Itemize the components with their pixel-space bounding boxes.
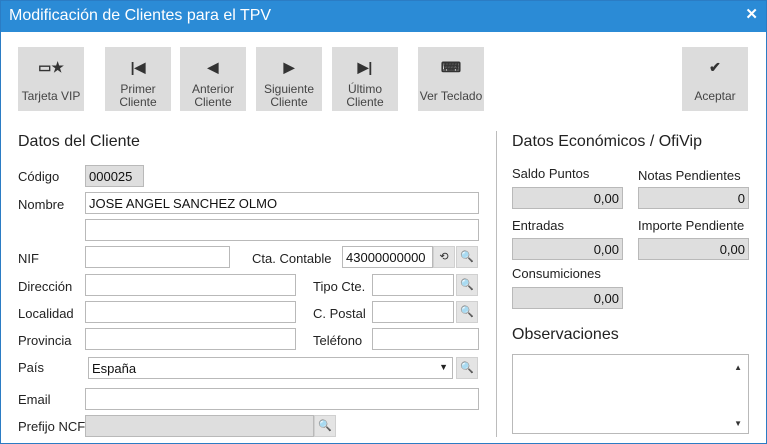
prefijo-search-icon[interactable]: 🔍 bbox=[314, 415, 336, 437]
tarjeta-vip-label: Tarjeta VIP bbox=[21, 89, 81, 103]
cta-search-icon[interactable]: 🔍 bbox=[456, 246, 478, 268]
section-divider bbox=[496, 131, 497, 437]
cta-contable-field[interactable]: 43000000000 bbox=[342, 246, 433, 268]
scroll-down-icon[interactable]: ▼ bbox=[734, 419, 742, 428]
last-icon: ▶| bbox=[357, 59, 373, 75]
window-title: Modificación de Clientes para el TPV bbox=[9, 7, 272, 24]
first-icon: |◀ bbox=[130, 59, 146, 75]
ultimo-label-2: Cliente bbox=[346, 95, 384, 109]
anterior-cliente-button[interactable]: ◀ Anterior Cliente bbox=[180, 47, 246, 111]
notas-pendientes-label: Notas Pendientes bbox=[638, 168, 741, 183]
dialog-window: Modificación de Clientes para el TPV ✕ ▭… bbox=[0, 0, 767, 444]
saldo-puntos-label: Saldo Puntos bbox=[512, 166, 590, 181]
keyboard-icon: ⌨ bbox=[440, 59, 462, 75]
cta-contable-label: Cta. Contable bbox=[252, 251, 332, 266]
calc-icon[interactable]: ⟲ bbox=[433, 246, 455, 268]
importe-pendiente-field: 0,00 bbox=[638, 238, 749, 260]
tipo-cte-label: Tipo Cte. bbox=[313, 279, 366, 294]
prev-icon: ◀ bbox=[207, 59, 219, 75]
tarjeta-vip-button[interactable]: ▭★ Tarjeta VIP bbox=[18, 47, 84, 111]
vip-card-icon: ▭★ bbox=[38, 59, 64, 75]
primer-label-2: Cliente bbox=[119, 95, 157, 109]
nif-field[interactable] bbox=[85, 246, 230, 268]
ver-teclado-label: Ver Teclado bbox=[419, 89, 483, 103]
telefono-field[interactable] bbox=[372, 328, 479, 350]
ver-teclado-button[interactable]: ⌨ Ver Teclado bbox=[418, 47, 484, 111]
tipo-search-icon[interactable]: 🔍 bbox=[456, 274, 478, 296]
nombre-field[interactable]: JOSE ANGEL SANCHEZ OLMO bbox=[85, 192, 479, 214]
email-field[interactable] bbox=[85, 388, 479, 410]
accept-icon: ✔ bbox=[709, 59, 721, 75]
nombre2-field[interactable] bbox=[85, 219, 479, 241]
observaciones-textarea[interactable]: ▲ ▼ bbox=[512, 354, 749, 434]
observaciones-header: Observaciones bbox=[512, 326, 619, 343]
saldo-puntos-field: 0,00 bbox=[512, 187, 623, 209]
consumiciones-label: Consumiciones bbox=[512, 266, 601, 281]
close-icon[interactable]: ✕ bbox=[745, 5, 758, 23]
aceptar-label: Aceptar bbox=[694, 89, 736, 103]
direccion-field[interactable] bbox=[85, 274, 296, 296]
nif-label: NIF bbox=[18, 251, 39, 266]
siguiente-cliente-button[interactable]: ▶ Siguiente Cliente bbox=[256, 47, 322, 111]
codigo-label: Código bbox=[18, 169, 60, 184]
telefono-label: Teléfono bbox=[313, 333, 363, 348]
pais-value: España bbox=[92, 361, 137, 376]
pais-search-icon[interactable]: 🔍 bbox=[456, 357, 478, 379]
aceptar-button[interactable]: ✔ Aceptar bbox=[682, 47, 748, 111]
prefijo-ncf-field[interactable] bbox=[85, 415, 314, 437]
primer-cliente-button[interactable]: |◀ Primer Cliente bbox=[105, 47, 171, 111]
codigo-field[interactable]: 000025 bbox=[85, 165, 144, 187]
importe-pendiente-label: Importe Pendiente bbox=[638, 218, 745, 233]
datos-cliente-header: Datos del Cliente bbox=[18, 133, 140, 150]
siguiente-label-2: Cliente bbox=[270, 95, 308, 109]
cpostal-field[interactable] bbox=[372, 301, 454, 323]
notas-pendientes-field: 0 bbox=[638, 187, 749, 209]
pais-select[interactable]: España ▼ bbox=[88, 357, 453, 379]
provincia-label: Provincia bbox=[18, 333, 72, 348]
next-icon: ▶ bbox=[283, 59, 295, 75]
consumiciones-field: 0,00 bbox=[512, 287, 623, 309]
cpostal-label: C. Postal bbox=[313, 306, 366, 321]
datos-economicos-header: Datos Económicos / OfiVip bbox=[512, 133, 703, 150]
entradas-label: Entradas bbox=[512, 218, 565, 233]
provincia-field[interactable] bbox=[85, 328, 296, 350]
tipo-cte-field[interactable] bbox=[372, 274, 454, 296]
entradas-field: 0,00 bbox=[512, 238, 623, 260]
scroll-up-icon[interactable]: ▲ bbox=[734, 363, 742, 372]
ultimo-cliente-button[interactable]: ▶| Último Cliente bbox=[332, 47, 398, 111]
prefijo-ncf-label: Prefijo NCF bbox=[18, 419, 86, 434]
pais-label: País bbox=[18, 360, 45, 375]
cpostal-search-icon[interactable]: 🔍 bbox=[456, 301, 478, 323]
localidad-field[interactable] bbox=[85, 301, 296, 323]
nombre-label: Nombre bbox=[18, 197, 65, 212]
chevron-down-icon: ▼ bbox=[439, 362, 448, 372]
email-label: Email bbox=[18, 392, 51, 407]
direccion-label: Dirección bbox=[18, 279, 73, 294]
title-bar: Modificación de Clientes para el TPV ✕ bbox=[1, 1, 766, 32]
localidad-label: Localidad bbox=[18, 306, 74, 321]
anterior-label-2: Cliente bbox=[194, 95, 232, 109]
